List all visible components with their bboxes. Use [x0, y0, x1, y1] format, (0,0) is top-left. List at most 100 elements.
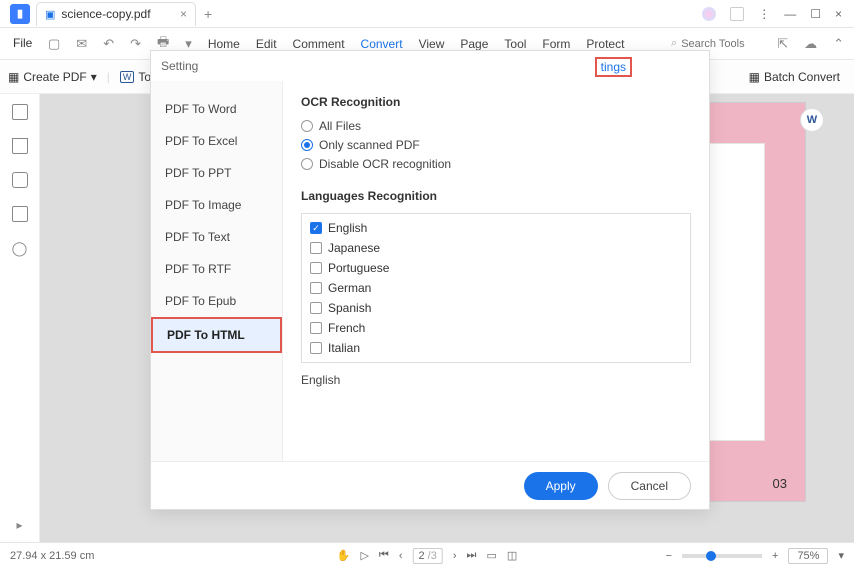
close-tab-icon[interactable]: × — [180, 7, 187, 21]
radio-icon — [301, 139, 313, 151]
menu-form[interactable]: Form — [542, 37, 570, 51]
word-float-badge[interactable]: W — [800, 108, 824, 132]
ocr-opt-only-scanned[interactable]: Only scanned PDF — [301, 138, 691, 152]
search-tools[interactable]: ⌕ — [671, 37, 761, 50]
app-icon: ▮ — [10, 4, 30, 24]
lang-chinese-traditional[interactable]: Chinese_Traditional — [310, 358, 682, 363]
checkbox-icon — [310, 362, 322, 363]
language-listbox[interactable]: ✓ English Japanese Portuguese German Span… — [301, 213, 691, 363]
batch-convert-button[interactable]: ▦ Batch Convert — [749, 70, 840, 84]
open-icon[interactable]: ▢ — [48, 36, 60, 52]
menu-view[interactable]: View — [419, 37, 445, 51]
menu-edit[interactable]: Edit — [256, 37, 277, 51]
word-icon: W — [120, 71, 135, 83]
nav-pdf-to-text[interactable]: PDF To Text — [151, 221, 282, 253]
more-menu-icon[interactable]: ⋮ — [758, 7, 770, 21]
menu-home[interactable]: Home — [208, 37, 240, 51]
radio-icon — [301, 120, 313, 132]
expand-rail-icon[interactable]: ▸ — [16, 518, 22, 532]
lang-german[interactable]: German — [310, 278, 682, 298]
ocr-section-title: OCR Recognition — [301, 95, 691, 109]
search-panel-icon[interactable]: ◯ — [12, 240, 28, 257]
checkbox-icon — [310, 262, 322, 274]
nav-pdf-to-word[interactable]: PDF To Word — [151, 93, 282, 125]
apply-button[interactable]: Apply — [524, 472, 598, 500]
radio-icon — [301, 158, 313, 170]
nav-pdf-to-ppt[interactable]: PDF To PPT — [151, 157, 282, 189]
menu-convert[interactable]: Convert — [361, 37, 403, 51]
left-rail: ◯ ▸ — [0, 94, 40, 542]
menu-protect[interactable]: Protect — [586, 37, 624, 51]
batch-label: Batch Convert — [764, 70, 840, 84]
zoom-slider[interactable] — [682, 554, 762, 558]
document-tab[interactable]: ▣ science-copy.pdf × — [36, 2, 196, 26]
next-page-icon[interactable]: › — [453, 550, 457, 562]
page-total: /3 — [428, 550, 437, 562]
checkbox-icon: ✓ — [310, 222, 322, 234]
lang-english[interactable]: ✓ English — [310, 218, 682, 238]
nav-pdf-to-epub[interactable]: PDF To Epub — [151, 285, 282, 317]
menu-file[interactable]: File — [13, 36, 32, 50]
lang-section-title: Languages Recognition — [301, 189, 691, 203]
lang-french[interactable]: French — [310, 318, 682, 338]
thumbnails-icon[interactable] — [12, 104, 28, 120]
fit-width-icon[interactable]: ▭ — [486, 549, 496, 562]
zoom-out-icon[interactable]: − — [666, 550, 672, 562]
nav-pdf-to-rtf[interactable]: PDF To RTF — [151, 253, 282, 285]
bookmark-icon[interactable] — [12, 138, 28, 154]
attachment-icon[interactable] — [12, 206, 28, 222]
ocr-opt-label: All Files — [319, 119, 361, 133]
lang-spanish[interactable]: Spanish — [310, 298, 682, 318]
create-pdf-button[interactable]: ▦ Create PDF ▾ — [8, 70, 97, 84]
mail-icon[interactable]: ✉ — [76, 36, 87, 52]
brand-orb-icon — [702, 7, 716, 21]
menu-page[interactable]: Page — [460, 37, 488, 51]
settings-dialog: Setting PDF To Word PDF To Excel PDF To … — [150, 50, 710, 510]
select-tool-icon[interactable]: ▷ — [360, 549, 368, 562]
settings-button-fragment[interactable]: tings — [595, 57, 632, 77]
ocr-opt-disable[interactable]: Disable OCR recognition — [301, 157, 691, 171]
zoom-in-icon[interactable]: + — [772, 550, 778, 562]
language-summary: English — [301, 373, 691, 387]
menu-tool[interactable]: Tool — [504, 37, 526, 51]
dialog-nav: PDF To Word PDF To Excel PDF To PPT PDF … — [151, 81, 283, 461]
redo-icon[interactable]: ↷ — [130, 36, 141, 52]
lang-label: Chinese_Traditional — [328, 361, 434, 363]
search-input[interactable] — [681, 38, 761, 50]
first-page-icon[interactable]: ⏮ — [379, 549, 389, 562]
tab-favicon: ▣ — [45, 8, 55, 21]
last-page-icon[interactable]: ⏭ — [467, 549, 477, 562]
comment-panel-icon[interactable] — [12, 172, 28, 188]
nav-pdf-to-image[interactable]: PDF To Image — [151, 189, 282, 221]
titlebar: ▮ ▣ science-copy.pdf × + ⋮ — ☐ × — [0, 0, 854, 28]
lang-portuguese[interactable]: Portuguese — [310, 258, 682, 278]
cancel-button[interactable]: Cancel — [608, 472, 691, 500]
dialog-footer: Apply Cancel — [151, 461, 709, 509]
share-icon[interactable]: ⇱ — [777, 36, 788, 52]
lang-label: Italian — [328, 341, 360, 355]
page-current: 2 — [418, 550, 424, 562]
cloud-icon[interactable]: ☁ — [804, 36, 817, 52]
new-tab-button[interactable]: + — [204, 6, 212, 22]
fit-page-icon[interactable]: ◫ — [507, 549, 517, 562]
separator: | — [107, 70, 110, 84]
maximize-icon[interactable]: ☐ — [810, 7, 821, 21]
minimize-icon[interactable]: — — [784, 7, 796, 21]
lang-japanese[interactable]: Japanese — [310, 238, 682, 258]
lang-label: English — [328, 221, 367, 235]
hand-tool-icon[interactable]: ✋ — [337, 549, 351, 562]
nav-pdf-to-excel[interactable]: PDF To Excel — [151, 125, 282, 157]
undo-icon[interactable]: ↶ — [103, 36, 114, 52]
zoom-dropdown-icon[interactable]: ▾ — [838, 549, 844, 562]
lang-italian[interactable]: Italian — [310, 338, 682, 358]
zoom-value[interactable]: 75% — [788, 548, 828, 564]
lang-label: Spanish — [328, 301, 371, 315]
page-input[interactable]: 2 /3 — [412, 548, 442, 564]
collapse-icon[interactable]: ⌃ — [833, 36, 844, 52]
ocr-opt-all-files[interactable]: All Files — [301, 119, 691, 133]
close-window-icon[interactable]: × — [835, 7, 842, 21]
checkbox-icon — [310, 242, 322, 254]
nav-pdf-to-html[interactable]: PDF To HTML — [151, 317, 282, 353]
prev-page-icon[interactable]: ‹ — [399, 550, 403, 562]
menu-comment[interactable]: Comment — [293, 37, 345, 51]
